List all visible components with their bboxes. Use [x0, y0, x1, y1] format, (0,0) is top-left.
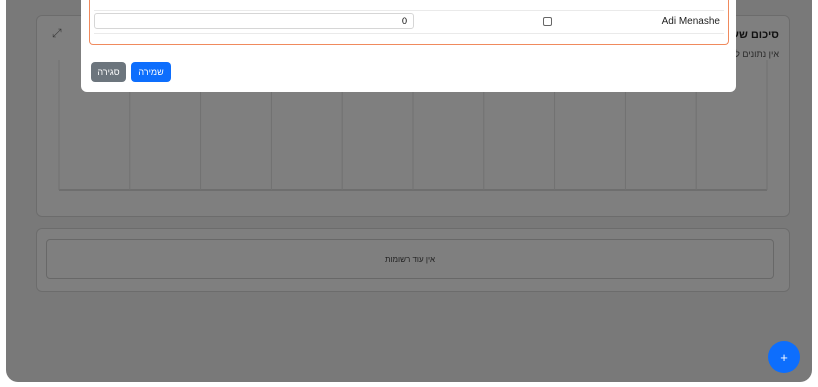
member-name: Adi Menashe — [661, 16, 720, 27]
close-button[interactable]: סגירה — [91, 62, 126, 82]
members-table: Adi Menashe — [89, 0, 729, 45]
plus-icon: + — [780, 349, 788, 365]
add-fab-button[interactable]: + — [768, 341, 800, 373]
save-button[interactable]: שמירה — [131, 62, 171, 82]
table-row: Adi Menashe — [94, 10, 724, 34]
modal-dialog: Adi Menashe סגירה שמירה — [81, 0, 736, 92]
app-window: ⤢ סיכום שע אין נתונים ל 00.10.20.30.40.5… — [6, 0, 812, 382]
quantity-input[interactable] — [94, 13, 414, 29]
row-checkbox[interactable] — [543, 17, 552, 26]
